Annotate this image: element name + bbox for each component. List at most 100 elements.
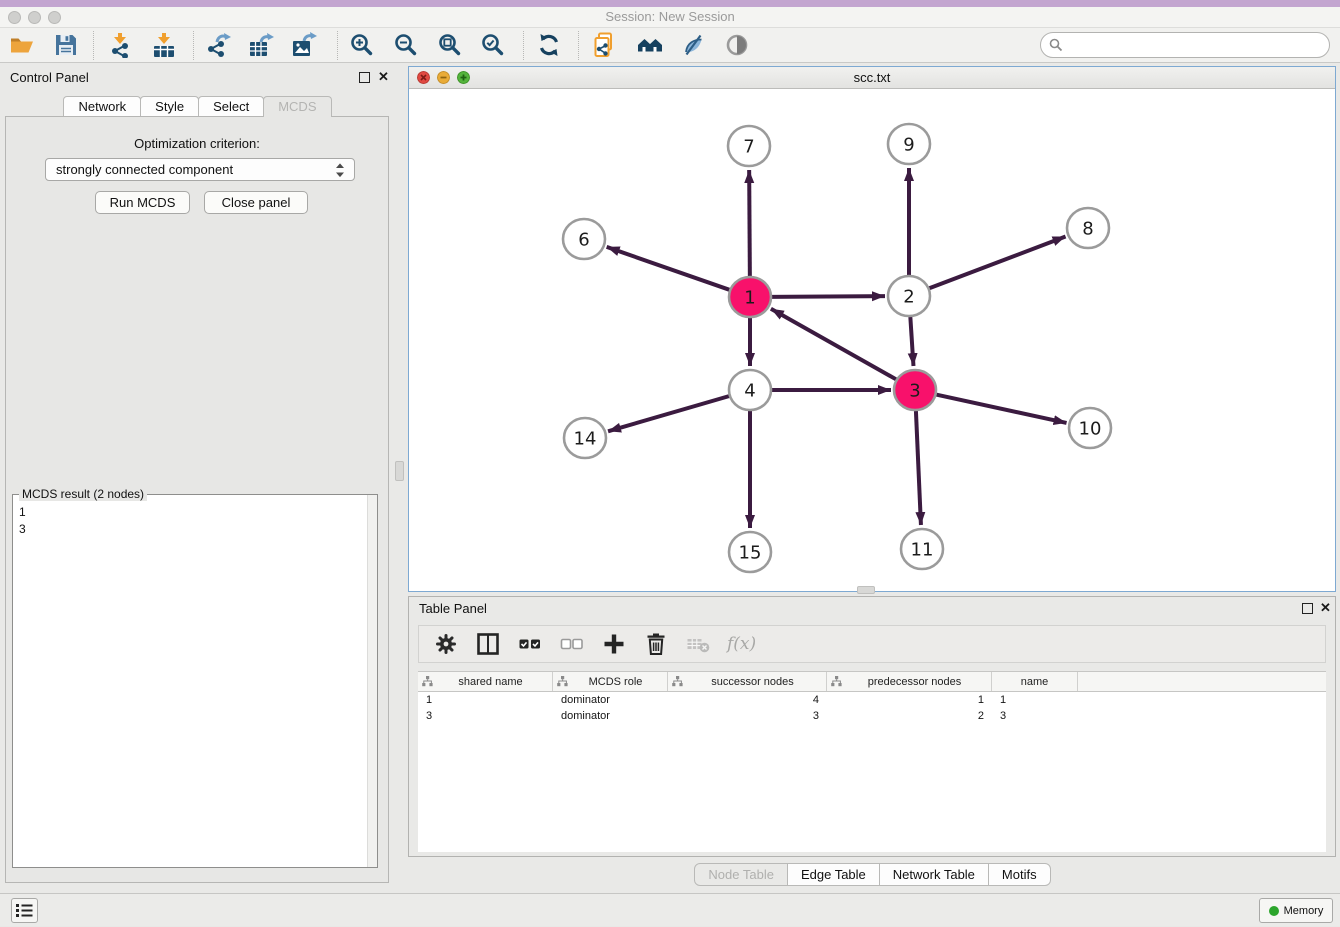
- svg-text:14: 14: [574, 428, 597, 449]
- function-builder-icon[interactable]: f(x): [727, 634, 756, 654]
- table-cell[interactable]: dominator: [553, 708, 668, 724]
- graph-edge-1-7[interactable]: [749, 170, 750, 276]
- criterion-select[interactable]: strongly connected component: [45, 158, 355, 181]
- tab-node-table[interactable]: Node Table: [694, 863, 788, 886]
- table-cell[interactable]: 2: [827, 708, 992, 724]
- zoom-out-icon[interactable]: [393, 32, 419, 58]
- delete-row-icon[interactable]: [643, 631, 669, 657]
- graph-node-8[interactable]: 8: [1067, 208, 1109, 248]
- import-network-icon[interactable]: [107, 32, 133, 58]
- table-cell[interactable]: 1: [418, 692, 553, 708]
- table-panel: Table Panel ✕ f(x) shared nameMCDS roles…: [408, 596, 1336, 857]
- export-network-icon[interactable]: [205, 32, 231, 58]
- table-toolbar: f(x): [418, 625, 1326, 663]
- close-panel-button[interactable]: Close panel: [204, 191, 308, 214]
- tab-style[interactable]: Style: [140, 96, 199, 117]
- node-table: shared nameMCDS rolesuccessor nodesprede…: [418, 671, 1326, 852]
- graph-node-11[interactable]: 11: [901, 529, 943, 569]
- criterion-select-value: strongly connected component: [56, 162, 233, 177]
- graph-node-4[interactable]: 4: [729, 370, 771, 410]
- save-session-icon[interactable]: [53, 32, 79, 58]
- table-cell[interactable]: 3: [992, 708, 1078, 724]
- network-window-titlebar[interactable]: scc.txt: [409, 67, 1335, 89]
- refresh-icon[interactable]: [536, 32, 562, 58]
- column-header-shared-name[interactable]: shared name: [418, 672, 553, 691]
- table-cell[interactable]: 4: [668, 692, 827, 708]
- delete-table-icon[interactable]: [685, 631, 711, 657]
- table-cell[interactable]: 3: [418, 708, 553, 724]
- graph-node-6[interactable]: 6: [563, 219, 605, 259]
- graph-edge-3-1[interactable]: [771, 309, 897, 380]
- column-header-filler: [1078, 672, 1326, 691]
- table-cell[interactable]: 3: [668, 708, 827, 724]
- export-table-icon[interactable]: [248, 32, 274, 58]
- column-header-successor-nodes[interactable]: successor nodes: [668, 672, 827, 691]
- column-header-predecessor-nodes[interactable]: predecessor nodes: [827, 672, 992, 691]
- deselect-all-icon[interactable]: [559, 631, 585, 657]
- result-line: 1: [19, 504, 361, 521]
- table-row[interactable]: 1dominator411: [418, 692, 1326, 708]
- graph-edge-2-8[interactable]: [929, 237, 1066, 289]
- tab-edge-table[interactable]: Edge Table: [787, 863, 880, 886]
- graph-node-1[interactable]: 1: [729, 277, 771, 317]
- graph-node-10[interactable]: 10: [1069, 408, 1111, 448]
- network-canvas[interactable]: 1 2 3 4 6 7 8 9 10 11 14 15: [409, 89, 1335, 591]
- table-float-icon[interactable]: [1302, 603, 1313, 614]
- horizontal-splitter-handle[interactable]: [857, 586, 875, 594]
- memory-button[interactable]: Memory: [1259, 898, 1333, 923]
- column-type-icon: [672, 676, 683, 687]
- graph-edge-4-14[interactable]: [608, 396, 730, 431]
- open-session-icon[interactable]: [9, 32, 35, 58]
- table-cell[interactable]: 1: [827, 692, 992, 708]
- column-header-name[interactable]: name: [992, 672, 1078, 691]
- add-row-icon[interactable]: [601, 631, 627, 657]
- graph-edge-3-11[interactable]: [916, 411, 921, 525]
- graph-edge-3-10[interactable]: [936, 394, 1067, 422]
- close-panel-icon[interactable]: ✕: [378, 69, 389, 85]
- tab-motifs[interactable]: Motifs: [988, 863, 1051, 886]
- graph-node-2[interactable]: 2: [888, 276, 930, 316]
- show-graphics-icon[interactable]: [724, 32, 750, 58]
- vertical-splitter-handle[interactable]: [395, 461, 404, 481]
- float-panel-icon[interactable]: [359, 72, 370, 83]
- tab-network[interactable]: Network: [63, 96, 141, 117]
- result-scrollbar[interactable]: [367, 495, 377, 867]
- tab-network-table[interactable]: Network Table: [879, 863, 989, 886]
- toolbar-separator: [93, 31, 94, 60]
- zoom-in-icon[interactable]: [349, 32, 375, 58]
- column-header-MCDS-role[interactable]: MCDS role: [553, 672, 668, 691]
- select-all-icon[interactable]: [517, 631, 543, 657]
- memory-status-icon: [1269, 906, 1279, 916]
- graph-edge-1-2[interactable]: [771, 296, 885, 297]
- zoom-selected-icon[interactable]: [480, 32, 506, 58]
- graph-node-3[interactable]: 3: [894, 370, 936, 410]
- table-cell[interactable]: 1: [992, 692, 1078, 708]
- zoom-fit-icon[interactable]: [437, 32, 463, 58]
- result-line: 3: [19, 521, 361, 538]
- graph-edge-2-3[interactable]: [910, 317, 913, 366]
- import-table-icon[interactable]: [151, 32, 177, 58]
- graph-node-14[interactable]: 14: [564, 418, 606, 458]
- export-image-icon[interactable]: [291, 32, 317, 58]
- graph-edge-1-6[interactable]: [607, 247, 731, 290]
- mcds-result-text[interactable]: 13: [13, 496, 367, 867]
- search-input[interactable]: [1040, 32, 1330, 58]
- run-mcds-button[interactable]: Run MCDS: [95, 191, 190, 214]
- table-row[interactable]: 3dominator323: [418, 708, 1326, 724]
- node-table-body: 1dominator4113dominator323: [418, 692, 1326, 724]
- table-cell[interactable]: dominator: [553, 692, 668, 708]
- graph-node-9[interactable]: 9: [888, 124, 930, 164]
- home-icon[interactable]: [637, 32, 663, 58]
- task-history-button[interactable]: [11, 898, 38, 923]
- copy-network-icon[interactable]: [592, 32, 618, 58]
- show-columns-icon[interactable]: [475, 631, 501, 657]
- graph-node-15[interactable]: 15: [729, 532, 771, 572]
- tab-select[interactable]: Select: [198, 96, 264, 117]
- tab-mcds[interactable]: MCDS: [263, 96, 331, 117]
- table-close-icon[interactable]: ✕: [1320, 600, 1331, 616]
- graph-node-7[interactable]: 7: [728, 126, 770, 166]
- svg-text:7: 7: [743, 136, 754, 157]
- table-settings-icon[interactable]: [433, 631, 459, 657]
- hide-graphics-icon[interactable]: [680, 32, 706, 58]
- select-stepper-icon: [332, 161, 348, 180]
